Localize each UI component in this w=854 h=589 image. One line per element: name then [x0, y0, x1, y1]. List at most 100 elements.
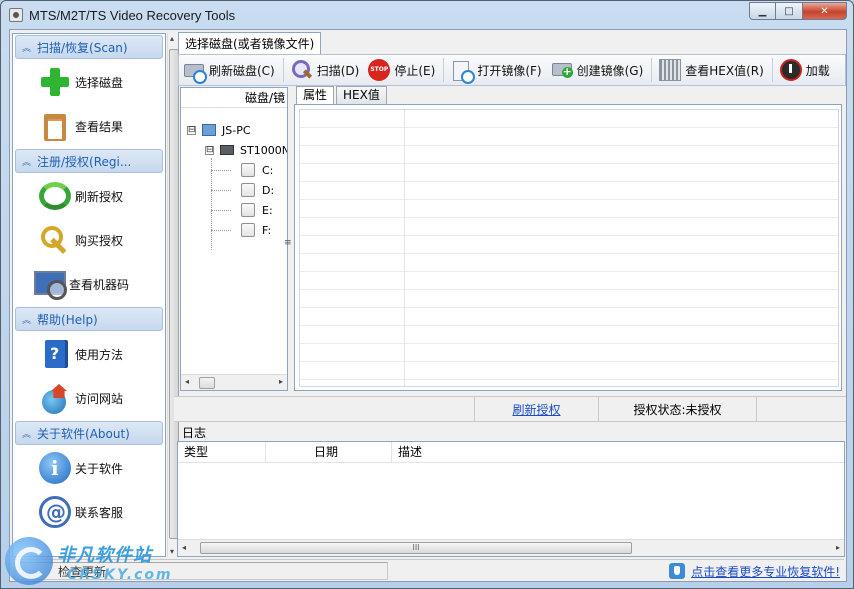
power-icon: [779, 59, 802, 81]
scrollbar-thumb[interactable]: [199, 377, 215, 389]
create-image-button[interactable]: 创建镜像(G): [547, 57, 649, 83]
log-horizontal-scrollbar[interactable]: ◂ III ▸: [178, 539, 844, 556]
tab-select-disk[interactable]: 选择磁盘(或者镜像文件): [178, 32, 322, 54]
window-title: MTS/M2T/TS Video Recovery Tools: [29, 8, 236, 23]
sidebar-item-website[interactable]: 访问网站: [13, 376, 165, 420]
tree-node-label: C:: [262, 163, 274, 177]
add-icon: [39, 66, 71, 98]
computer-icon: [202, 124, 216, 136]
app-icon: [9, 8, 23, 22]
watermark-text: 非凡软件站: [57, 545, 152, 566]
sidebar-item-usage[interactable]: 使用方法: [13, 332, 165, 376]
drive-checkbox[interactable]: [241, 203, 255, 217]
load-button[interactable]: 加载: [776, 57, 835, 83]
email-icon: [39, 496, 71, 528]
column-date[interactable]: 日期: [266, 442, 392, 463]
column-type[interactable]: 类型: [178, 442, 266, 463]
tree-horizontal-scrollbar[interactable]: ◂ ▸: [181, 374, 287, 390]
tree-line: [211, 230, 231, 231]
sidebar-item-label: 查看机器码: [69, 277, 130, 292]
section-title: 注册/授权(Regi...: [37, 154, 132, 169]
tree-node-drive[interactable]: D:: [241, 181, 274, 199]
scroll-left-icon[interactable]: ◂: [185, 377, 189, 386]
collapse-toggle[interactable]: ⊟: [187, 125, 196, 135]
key-icon: [39, 224, 71, 256]
drive-checkbox[interactable]: [241, 223, 255, 237]
toolbar-separator: [651, 58, 653, 82]
section-about[interactable]: ︽ 关于软件(About): [15, 421, 163, 445]
hex-icon: [659, 59, 682, 81]
client-area: ︽ 扫描/恢复(Scan) 选择磁盘 查看结果 ︽ 注册/授权(Regi... 刷新…: [9, 29, 847, 582]
view-hex-button[interactable]: 查看HEX值(R): [655, 57, 769, 83]
property-rows: [299, 109, 839, 387]
section-title: 扫描/恢复(Scan): [37, 40, 128, 55]
tree-node-label: D:: [262, 183, 275, 197]
hand-pointer-icon: [669, 563, 686, 579]
sidebar-item-view-results[interactable]: 查看结果: [13, 104, 165, 148]
tree-node-disk[interactable]: ⊟ ST1000N: [205, 141, 287, 159]
sidebar-item-label: 访问网站: [75, 391, 124, 406]
scrollbar-thumb[interactable]: III: [200, 542, 632, 554]
section-help[interactable]: ︽ 帮助(Help): [15, 307, 163, 331]
tree-node-pc[interactable]: ⊟ JS-PC: [187, 121, 251, 139]
link-text: 点击查看更多专业恢复软件!: [691, 564, 840, 579]
collapse-icon: ︽: [22, 429, 32, 440]
button-label: 停止(E): [394, 63, 436, 78]
sidebar-item-buy-license[interactable]: 购买授权: [13, 218, 165, 262]
refresh-icon: [39, 182, 71, 210]
watermark-logo-icon: [5, 537, 53, 585]
status-cell-refresh: 刷新授权: [474, 397, 598, 421]
sidebar-item-select-disk[interactable]: 选择磁盘: [13, 60, 165, 104]
button-label: 创建镜像(G): [576, 63, 644, 78]
sidebar-item-label: 购买授权: [75, 233, 124, 248]
section-scan[interactable]: ︽ 扫描/恢复(Scan): [15, 35, 163, 59]
scan-button[interactable]: 扫描(D): [287, 57, 365, 83]
sidebar-item-machine-code[interactable]: 查看机器码: [13, 262, 165, 306]
close-button[interactable]: ✕: [803, 2, 847, 20]
stop-button[interactable]: 停止(E): [364, 57, 440, 83]
drive-checkbox[interactable]: [241, 163, 255, 177]
button-label: 刷新磁盘(C): [209, 63, 275, 78]
refresh-disk-button[interactable]: 刷新磁盘(C): [179, 57, 280, 84]
disk-tree[interactable]: 磁盘/镜 ⊟ JS-PC ⊟ ST1000N C: D: E: F: ◂ ▸: [180, 87, 288, 391]
collapse-icon: ︽: [22, 157, 32, 168]
scroll-right-icon[interactable]: ▸: [836, 543, 840, 552]
properties-grid[interactable]: [294, 104, 842, 391]
tab-hex[interactable]: HEX值: [336, 86, 387, 104]
open-image-button[interactable]: 打开镜像(F): [447, 57, 546, 84]
maximize-button[interactable]: □: [776, 2, 803, 20]
drive-checkbox[interactable]: [241, 183, 255, 197]
section-register[interactable]: ︽ 注册/授权(Regi...: [15, 149, 163, 173]
button-label: 打开镜像(F): [477, 63, 542, 78]
tree-column-header[interactable]: 磁盘/镜: [181, 88, 287, 108]
tree-line: [211, 170, 231, 171]
tree-line: [211, 210, 231, 211]
scroll-right-icon[interactable]: ▸: [279, 377, 283, 386]
create-image-icon: [551, 59, 573, 81]
more-software-link[interactable]: 点击查看更多专业恢复软件!: [669, 561, 840, 581]
log-label: 日志: [182, 426, 207, 440]
log-list[interactable]: 类型 日期 描述 ◂ III ▸: [177, 441, 845, 557]
section-title: 帮助(Help): [37, 312, 98, 327]
monitor-search-icon: [33, 268, 67, 300]
sidebar-item-about[interactable]: 关于软件: [13, 446, 165, 490]
scroll-left-icon[interactable]: ◂: [182, 543, 186, 552]
column-description[interactable]: 描述: [392, 442, 844, 463]
hard-disk-icon: [220, 145, 234, 155]
sidebar-item-contact[interactable]: 联系客服: [13, 490, 165, 534]
title-bar[interactable]: MTS/M2T/TS Video Recovery Tools ▁ □ ✕: [1, 1, 853, 29]
section-title: 关于软件(About): [37, 426, 130, 441]
tree-node-drive[interactable]: E:: [241, 201, 273, 219]
disk-refresh-icon: [183, 59, 207, 84]
tab-properties[interactable]: 属性: [296, 86, 335, 105]
splitter-grip[interactable]: ≡: [284, 238, 292, 248]
button-label: 扫描(D): [316, 63, 360, 78]
tree-node-drive[interactable]: F:: [241, 221, 271, 239]
tree-node-drive[interactable]: C:: [241, 161, 273, 179]
scroll-up-icon[interactable]: ▴: [170, 34, 174, 43]
refresh-license-link[interactable]: 刷新授权: [512, 401, 560, 418]
watermark-domain: CRSKY.com: [67, 567, 173, 583]
sidebar-item-refresh-license[interactable]: 刷新授权: [13, 174, 165, 218]
minimize-button[interactable]: ▁: [749, 2, 776, 20]
collapse-toggle[interactable]: ⊟: [205, 145, 214, 155]
